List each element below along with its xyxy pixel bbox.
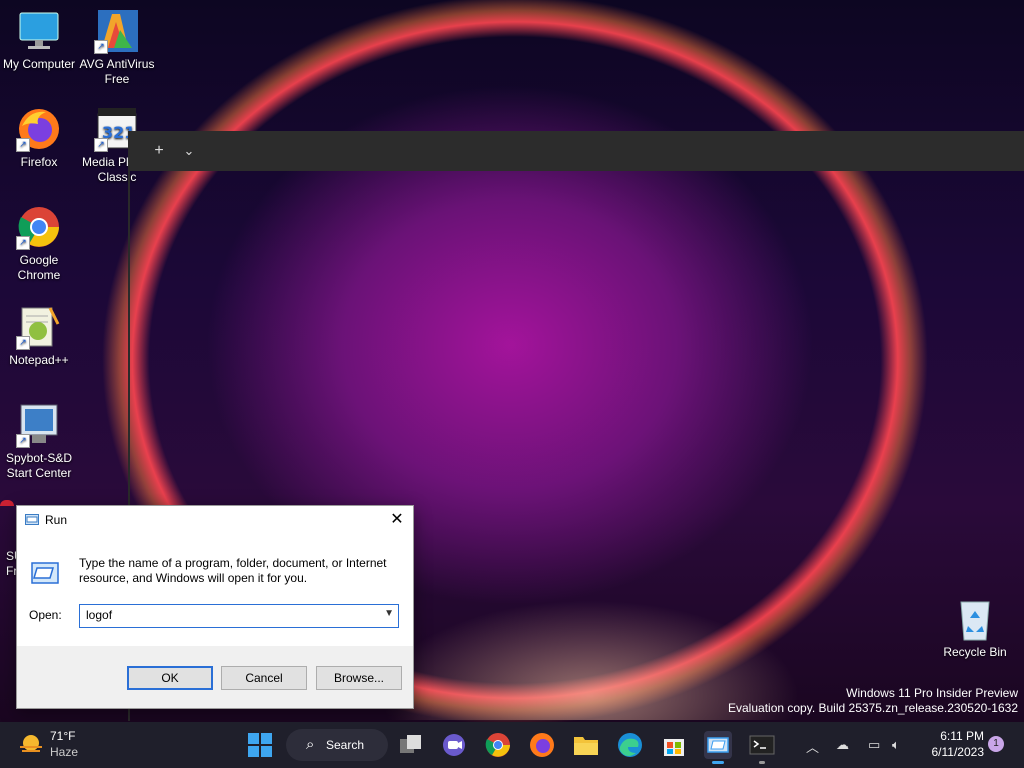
- watermark-line-2: Evaluation copy. Build 25375.zn_release.…: [728, 701, 1018, 715]
- run-dialog-titlebar[interactable]: Run ✕: [17, 506, 413, 534]
- run-large-icon: [31, 562, 59, 584]
- desktop-icon-notepad-plus[interactable]: ↗ Notepad++: [0, 304, 78, 368]
- desktop-icon-label: Spybot-S&D Start Center: [5, 451, 73, 480]
- open-label: Open:: [29, 608, 62, 622]
- desktop-icon-label: Recycle Bin: [943, 645, 1007, 659]
- desktop-icon-my-computer[interactable]: My Computer: [0, 8, 78, 72]
- desktop-icon-label: Google Chrome: [17, 253, 61, 282]
- chevron-down-icon[interactable]: ▼: [384, 608, 394, 619]
- recycle-bin-icon: [952, 596, 998, 642]
- active-indicator: [712, 761, 724, 764]
- run-dialog: Run ✕ Type the name of a program, folder…: [16, 505, 414, 709]
- partial-desktop-label: SU Fr: [6, 549, 16, 578]
- notification-badge[interactable]: 1: [988, 736, 1004, 752]
- avg-icon: ↗: [94, 8, 140, 54]
- shortcut-arrow-icon: ↗: [94, 138, 108, 152]
- cancel-button[interactable]: Cancel: [221, 666, 307, 690]
- desktop-icon-spybot[interactable]: ↗ Spybot-S&D Start Center: [0, 402, 78, 481]
- monitor-icon: [16, 8, 62, 54]
- desktop-icon-label: My Computer: [2, 57, 76, 71]
- start-button[interactable]: [246, 731, 274, 759]
- terminal-taskbar-icon[interactable]: [748, 731, 776, 764]
- chrome-icon: ↗: [16, 204, 62, 250]
- microsoft-store-icon[interactable]: [660, 731, 688, 759]
- run-dialog-title: Run: [45, 513, 68, 527]
- new-tab-button[interactable]: +: [149, 141, 169, 161]
- browse-button[interactable]: Browse...: [316, 666, 402, 690]
- chevron-up-icon[interactable]: ︿: [806, 737, 819, 756]
- desktop-icon-label: Firefox: [20, 155, 58, 169]
- run-icon: [25, 514, 39, 525]
- file-explorer-icon[interactable]: [572, 731, 600, 759]
- notepad-plus-icon: ↗: [16, 304, 62, 350]
- desktop-icon-recycle-bin[interactable]: Recycle Bin: [936, 596, 1014, 660]
- clock-time: 6:11 PM: [940, 729, 984, 743]
- evaluation-watermark: Windows 11 Pro Insider Preview Evaluatio…: [728, 686, 1018, 716]
- shortcut-arrow-icon: ↗: [16, 138, 30, 152]
- desktop-icon-avg[interactable]: ↗ AVG AntiVirus Free: [78, 8, 156, 87]
- run-dialog-body: Type the name of a program, folder, docu…: [17, 534, 413, 646]
- teams-chat-icon[interactable]: [440, 731, 468, 759]
- onedrive-offline-icon[interactable]: ☁: [836, 737, 849, 753]
- desktop-icon-label: AVG AntiVirus Free: [79, 57, 155, 86]
- close-icon[interactable]: ✕: [387, 510, 407, 530]
- firefox-taskbar-icon[interactable]: [528, 731, 556, 759]
- search-box[interactable]: ⌕ Search: [286, 729, 388, 761]
- weather-desc[interactable]: Haze: [50, 745, 78, 759]
- running-indicator: [759, 761, 765, 764]
- partial-desktop-icon: [0, 500, 14, 506]
- run-taskbar-icon[interactable]: [704, 731, 732, 764]
- shortcut-arrow-icon: ↗: [16, 336, 30, 350]
- network-icon[interactable]: ▭: [868, 737, 880, 753]
- run-dialog-description: Type the name of a program, folder, docu…: [79, 556, 387, 585]
- clock[interactable]: 6:11 PM 6/11/2023: [920, 728, 985, 760]
- task-view-icon[interactable]: [397, 731, 425, 759]
- search-icon: ⌕: [306, 736, 315, 753]
- tab-dropdown-button[interactable]: ⌄: [179, 141, 199, 161]
- desktop-icon-label: Notepad++: [9, 353, 69, 367]
- shortcut-arrow-icon: ↗: [16, 236, 30, 250]
- desktop-icon-chrome[interactable]: ↗ Google Chrome: [0, 204, 78, 283]
- shortcut-arrow-icon: ↗: [94, 40, 108, 54]
- taskbar: 71°F Haze ⌕ Search ︿ ☁ ▭ 🔈︎ 6:11 PM 6/11: [0, 722, 1024, 768]
- weather-haze-icon[interactable]: [18, 732, 44, 758]
- spybot-icon: ↗: [16, 402, 62, 448]
- open-input-value[interactable]: logof: [86, 608, 112, 622]
- chrome-taskbar-icon[interactable]: [484, 731, 512, 759]
- edge-icon[interactable]: [616, 731, 644, 759]
- firefox-icon: ↗: [16, 106, 62, 152]
- open-combobox[interactable]: logof ▼: [79, 604, 399, 628]
- search-label: Search: [326, 738, 365, 752]
- desktop-icon-firefox[interactable]: ↗ Firefox: [0, 106, 78, 170]
- terminal-tab-bar: + ⌄: [130, 131, 1024, 171]
- watermark-line-1: Windows 11 Pro Insider Preview: [846, 686, 1018, 700]
- ok-button[interactable]: OK: [127, 666, 213, 690]
- volume-icon[interactable]: 🔈︎: [892, 737, 900, 753]
- weather-temp[interactable]: 71°F: [50, 729, 75, 743]
- shortcut-arrow-icon: ↗: [16, 434, 30, 448]
- clock-date: 6/11/2023: [931, 745, 985, 759]
